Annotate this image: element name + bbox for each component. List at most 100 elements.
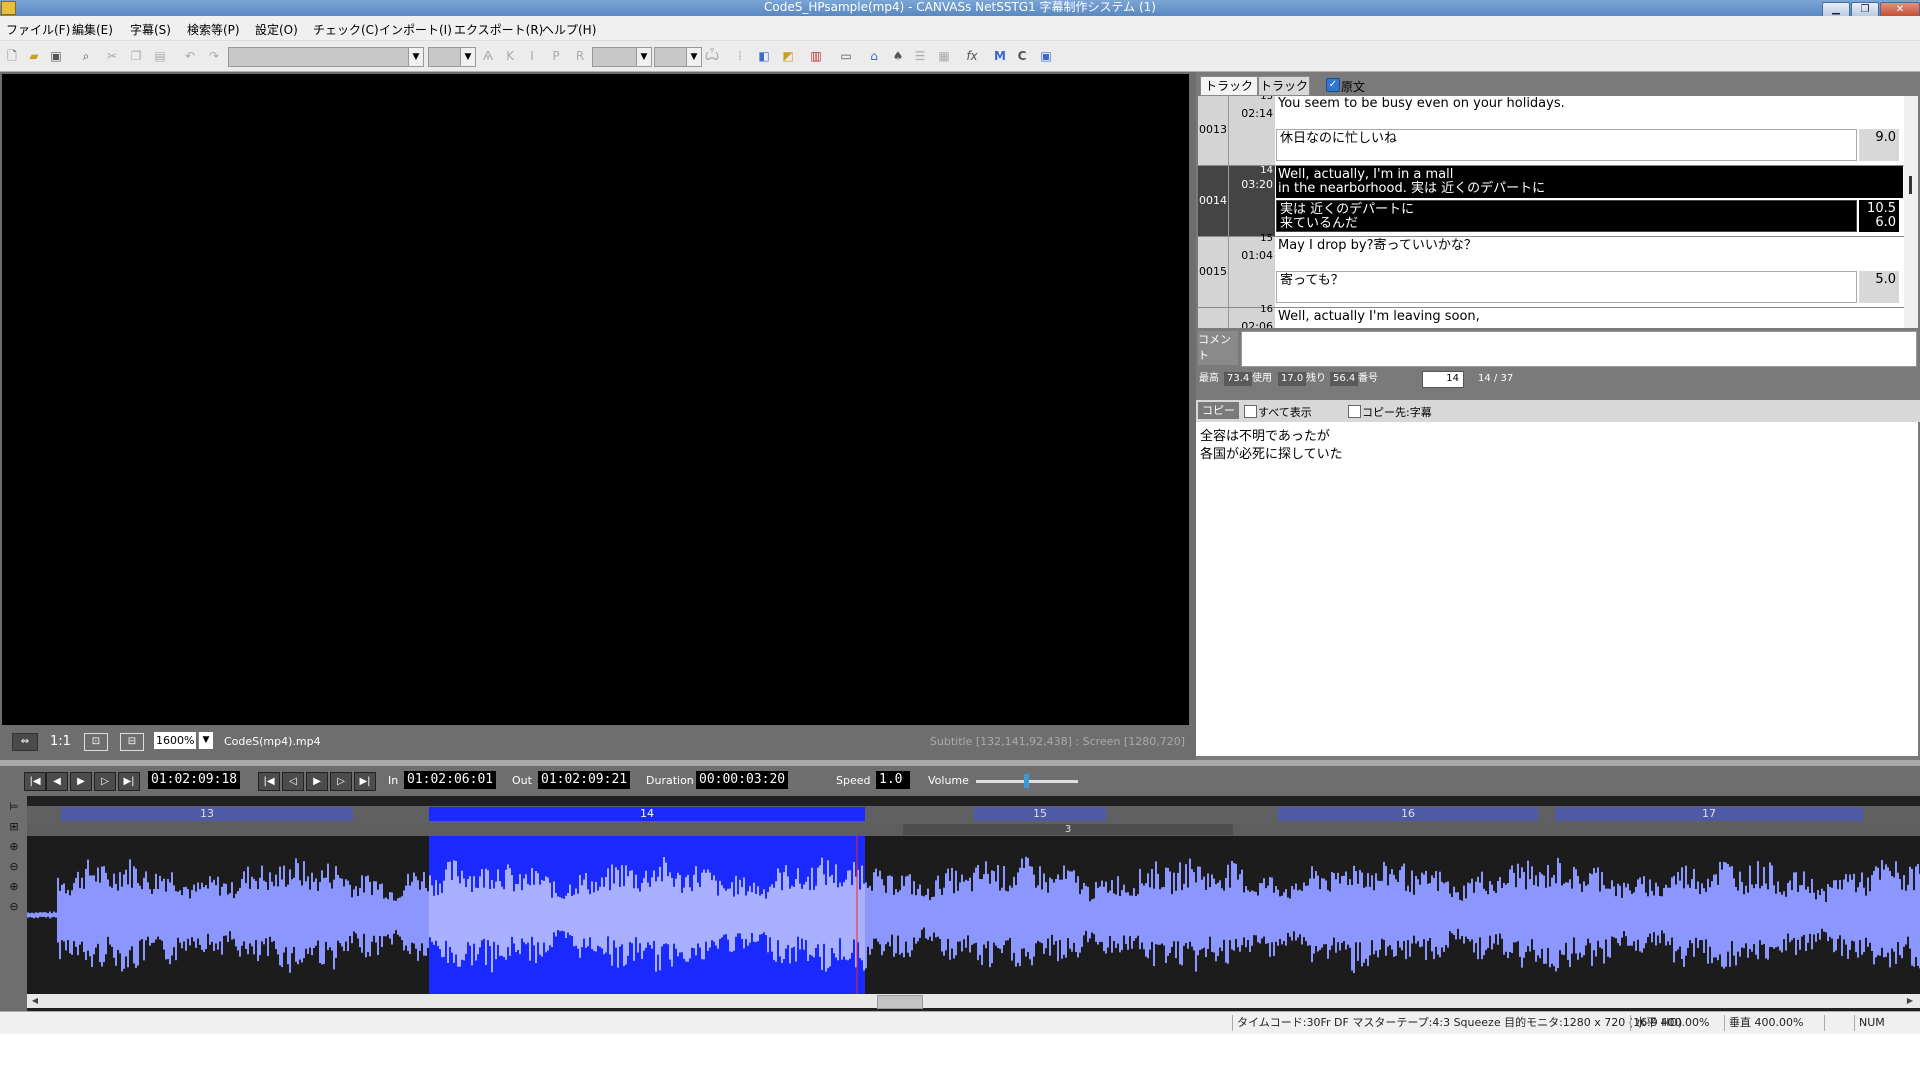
subtitle-translation[interactable]: 実は 近くのデパートに 来ているんだ [1276,200,1857,232]
function-icon[interactable]: fx [964,48,980,64]
chart-icon[interactable]: ▥ [808,48,824,64]
font-select[interactable]: ▼ [228,47,424,67]
subtitle-original[interactable]: Well, actually, I'm in a mall in the nea… [1276,166,1903,198]
size-select[interactable]: ▼ [428,47,476,67]
menu-subtitle[interactable]: 字幕(S) [130,21,171,38]
menu-help[interactable]: ヘルプ(H) [542,21,596,38]
scroll-right-icon[interactable]: ▶ [1904,995,1916,1007]
subtitle-original[interactable]: May I drop by?寄っていいかな？ [1276,237,1903,269]
wave-icon[interactable]: ▦ [936,48,952,64]
zoom-out-icon[interactable]: ⊖ [7,860,21,874]
next-frame-icon[interactable]: ▷ [330,772,352,791]
timeline-scrollbar[interactable]: ◀ ▶ [27,994,1920,1009]
copy-dest-checkbox[interactable] [1348,405,1361,418]
export-icon[interactable]: ◩ [780,48,796,64]
subtitle-area-icon[interactable]: ⊟ [120,733,144,751]
font-style-icon[interactable]: Ѧ [480,48,496,64]
audio-waveform[interactable] [27,836,1920,994]
save-icon[interactable]: ▣ [48,48,64,64]
home-icon[interactable]: ⌂ [866,48,882,64]
number-input[interactable]: 14 [1422,371,1464,388]
scrollbar-thumb[interactable] [877,995,923,1009]
fit-icon[interactable]: ⊞ [7,820,21,834]
original-checkbox[interactable]: ✓ [1326,78,1340,92]
copy-text-area[interactable]: 全容は不明であったが 各国が必死に探していた [1196,422,1918,756]
search-icon[interactable]: ⌕ [78,48,94,64]
m-icon[interactable]: M [992,48,1008,64]
subtitle-row-0013[interactable]: 0013 13 02:14 You seem to be busy even on… [1198,96,1904,165]
prev-subtitle-icon[interactable]: |◀ [258,772,280,791]
out-timecode[interactable]: 01:02:09:21 [538,771,631,789]
timeline-segment-17[interactable]: 17 [1555,807,1863,821]
monitor-icon[interactable]: ▣ [1038,48,1054,64]
tab-track-b[interactable]: トラック B [1258,76,1310,111]
subtitle-row-0016[interactable]: 0016 16 02:06 Well, actually I'm leaving … [1198,304,1904,328]
speed-value[interactable]: 1.0 [876,771,910,789]
ratio-button[interactable]: 1:1 [50,734,71,749]
next-subtitle-icon[interactable]: ▶| [354,772,376,791]
timeline-segment-14[interactable]: 14 [429,807,865,821]
video-preview[interactable] [2,74,1189,725]
timeline-segment-13[interactable]: 13 [61,807,353,821]
play-icon[interactable]: ▶ [70,772,92,791]
menu-settings[interactable]: 設定(O) [255,21,298,38]
timeline-segment-16[interactable]: 16 [1278,807,1538,821]
subtitle-row-0014[interactable]: 0014 14 03:20 Well, actually, I'm in a ma… [1198,165,1904,236]
prev-frame-icon[interactable]: ◁ [282,772,304,791]
subtitle-original[interactable]: You seem to be busy even on your holiday… [1276,96,1903,127]
cut-icon[interactable]: ✂ [104,48,120,64]
copy-icon[interactable]: ❐ [128,48,144,64]
in-timecode[interactable]: 01:02:06:01 [404,771,497,789]
fit-screen-icon[interactable]: ⇔ [12,733,38,751]
c-icon[interactable]: C [1014,48,1030,64]
subtitle-row-0015[interactable]: 0015 15 01:04 May I drop by?寄っていいかな？ 寄っても… [1198,233,1904,307]
tab-copy[interactable]: コピー [1198,402,1239,419]
step-back-icon[interactable]: ◀ [46,772,68,791]
zoom-in-vertical-icon[interactable]: ⊕ [7,880,21,894]
paste-icon[interactable]: ▤ [152,48,168,64]
menu-export[interactable]: エクスポート(R) [454,21,543,38]
marker-icon[interactable]: ⊨ [7,800,21,814]
option-select-1[interactable]: ▼ [592,47,652,67]
step-forward-icon[interactable]: ▷ [94,772,116,791]
bold-italic-icon[interactable]: K [502,48,518,64]
italic-icon[interactable]: I [524,48,540,64]
go-end-icon[interactable]: ▶| [118,772,140,791]
menu-file[interactable]: ファイル(F) [6,21,70,38]
new-file-icon[interactable]: 🗋 [4,48,20,64]
volume-slider[interactable] [976,774,1078,788]
scrollbar-thumb[interactable] [1909,176,1912,194]
undo-icon[interactable]: ↶ [182,48,198,64]
menu-search[interactable]: 検索等(P) [187,21,240,38]
list-icon[interactable]: ☰ [912,48,928,64]
menu-import[interactable]: インポート(I) [379,21,452,38]
option-select-2[interactable]: ▼ [654,47,702,67]
safe-area-icon[interactable]: ⊡ [84,733,108,751]
current-timecode[interactable]: 01:02:09:18 [148,771,241,789]
tab-track-a[interactable]: トラック A [1200,76,1258,111]
position-icon[interactable]: P [548,48,564,64]
play-subtitle-icon[interactable]: ▶ [306,772,328,791]
menu-check[interactable]: チェック(C) [313,21,379,38]
subtitle-translation[interactable]: 寄っても？ [1276,271,1857,303]
tree-icon[interactable]: ♠ [890,48,906,64]
menu-edit[interactable]: 編集(E) [72,21,113,38]
go-start-icon[interactable]: |◀ [24,772,46,791]
timeline-segment-15[interactable]: 15 [974,807,1106,821]
subtitle-list-scrollbar[interactable] [1904,96,1918,328]
timeline-segment-b3[interactable]: 3 [903,824,1233,835]
subtitle-original[interactable]: Well, actually I'm leaving soon, [1276,308,1903,328]
scroll-left-icon[interactable]: ◀ [29,995,41,1007]
open-folder-icon[interactable]: ▰ [26,48,42,64]
volume-slider-thumb[interactable] [1024,774,1029,788]
zoom-out-vertical-icon[interactable]: ⊖ [7,900,21,914]
subtitle-box-icon[interactable]: ▭ [838,48,854,64]
show-all-checkbox[interactable] [1244,405,1257,418]
import-icon[interactable]: ◧ [756,48,772,64]
zoom-combo[interactable]: 1600% [154,732,196,749]
subtitle-translation[interactable]: 休日なのに忙しいね [1276,129,1857,161]
zoom-in-icon[interactable]: ⊕ [7,840,21,854]
layout-icon[interactable]: ⁞ [732,48,748,64]
duration-timecode[interactable]: 00:00:03:20 [696,771,789,789]
vertical-text-icon[interactable]: Ѽ [704,48,720,64]
